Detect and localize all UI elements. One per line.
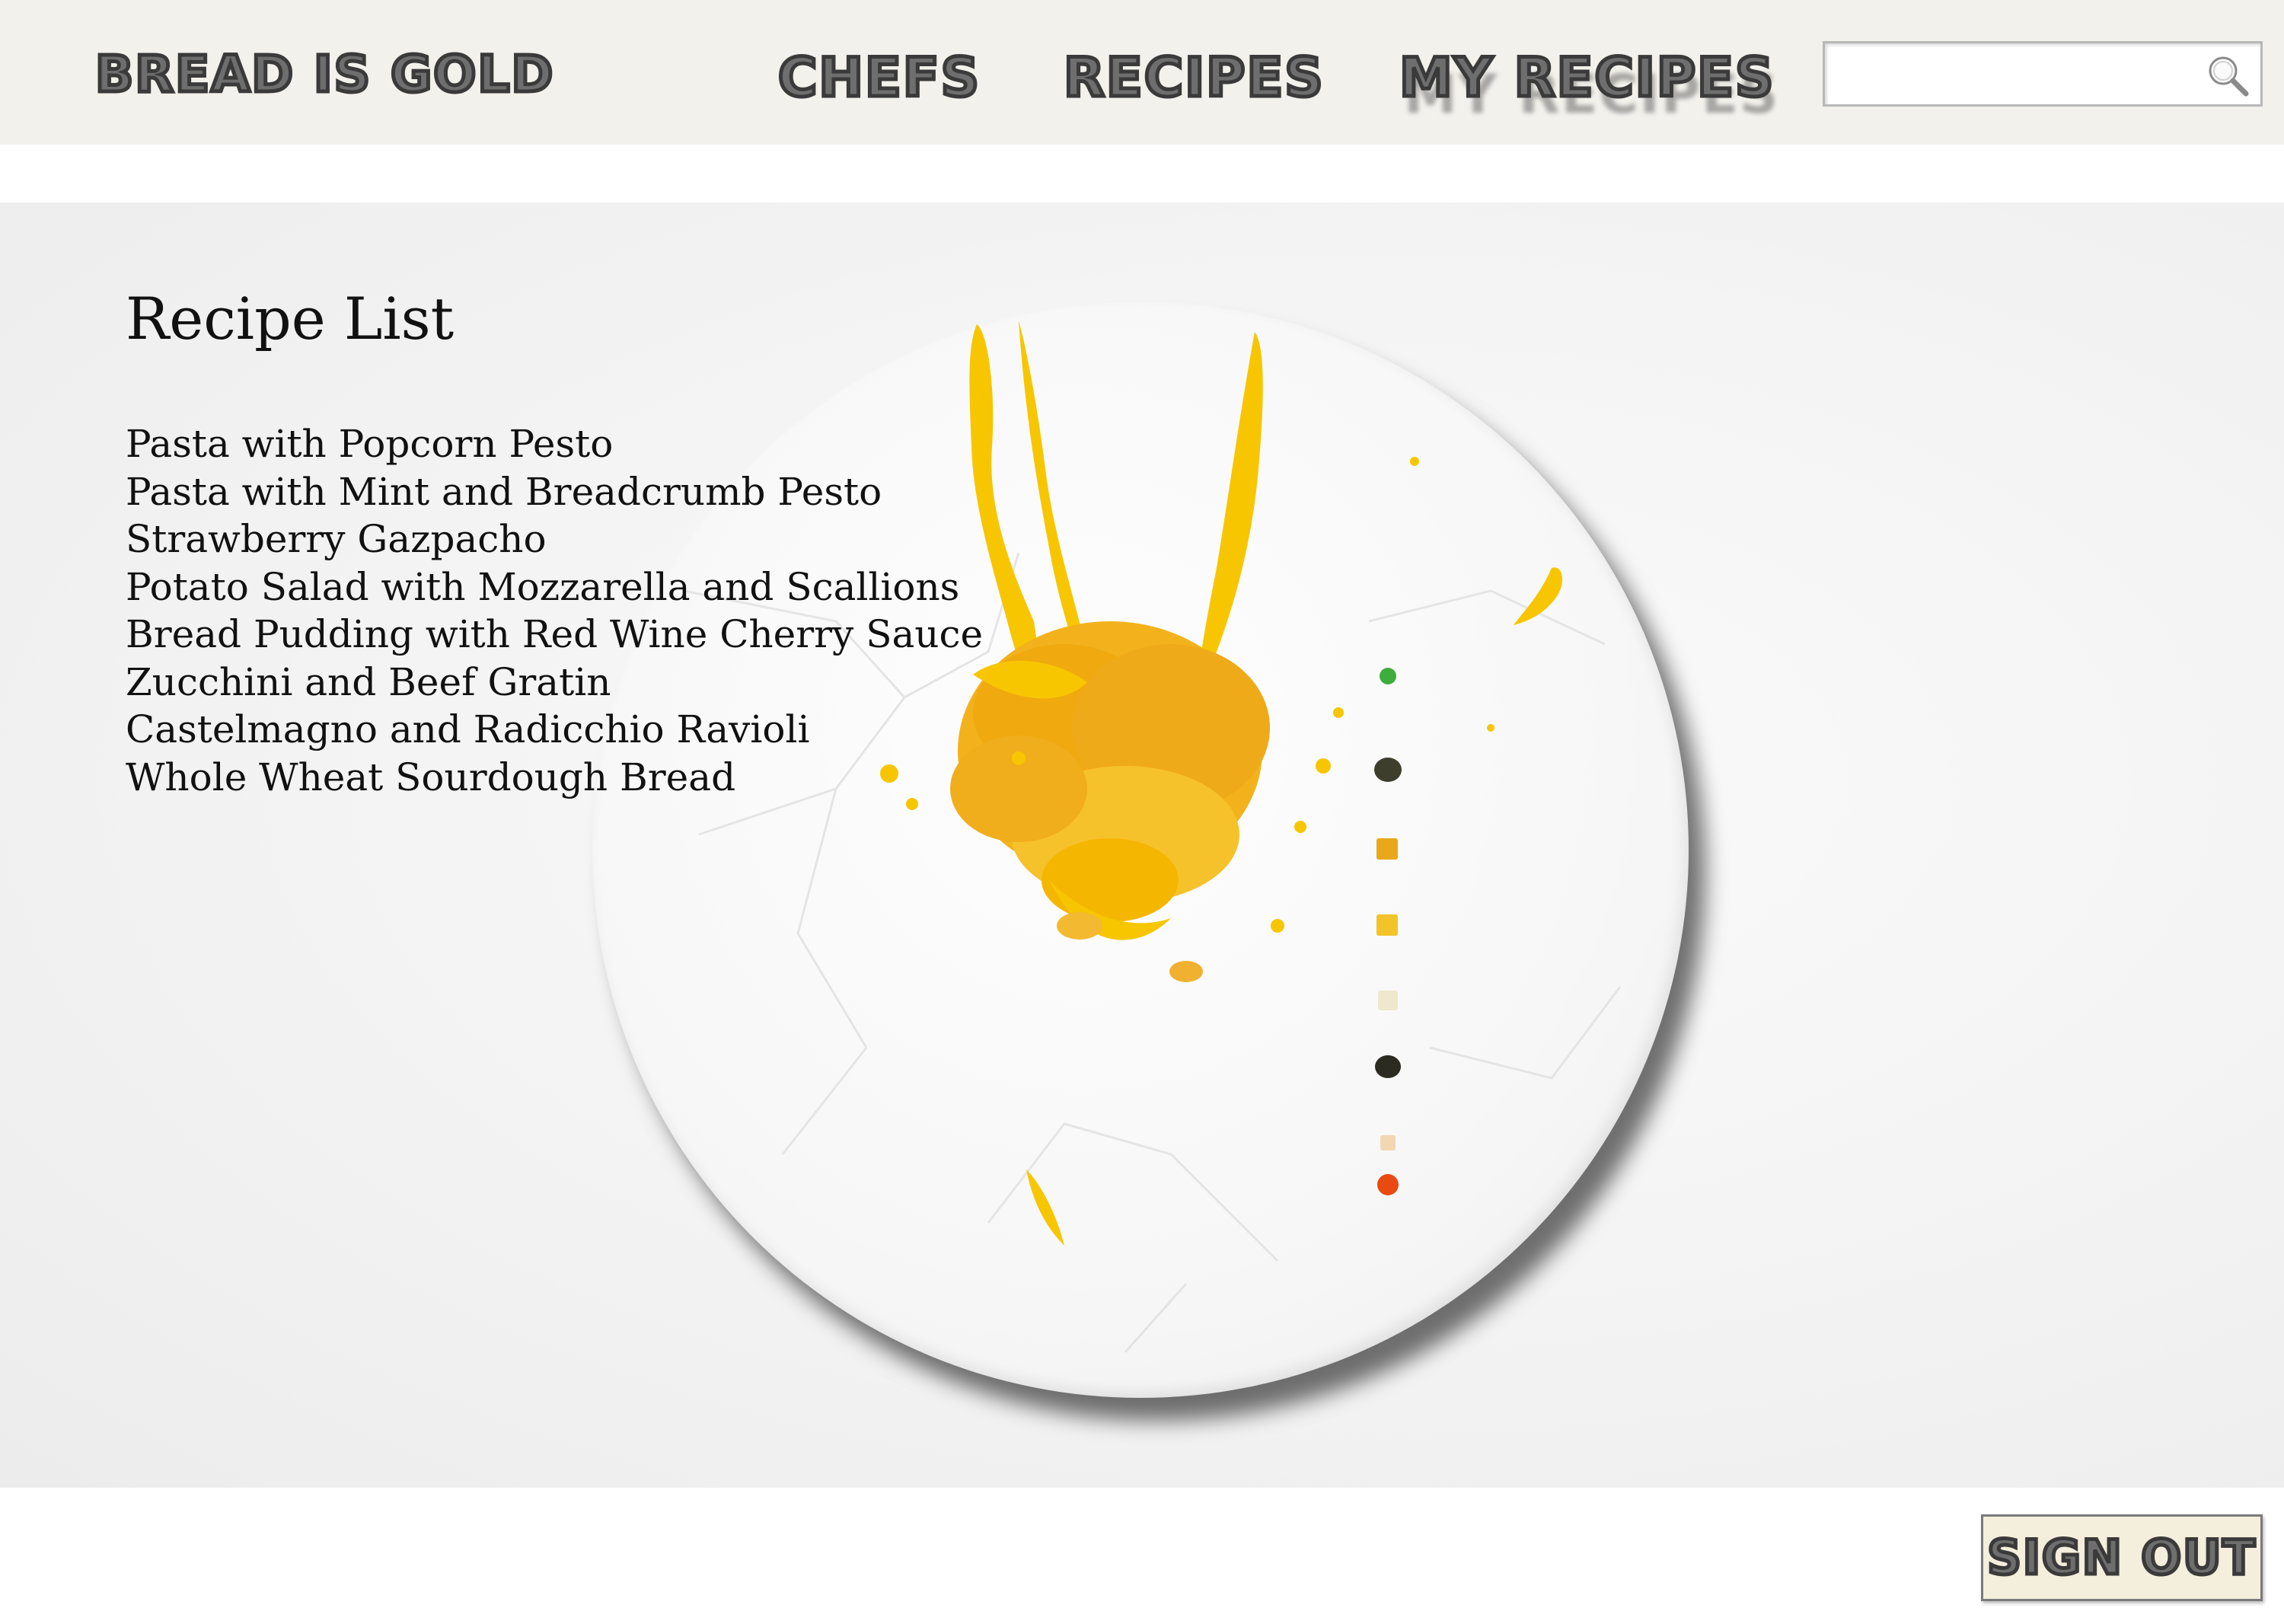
nav-my-recipes[interactable]: MY RECIPES MY RECIPES — [1397, 46, 1778, 126]
brand-logo[interactable]: BREAD IS GOLD — [93, 43, 554, 106]
recipe-list: Pasta with Popcorn Pesto Pasta with Mint… — [126, 420, 983, 801]
page-title: Recipe List — [126, 285, 455, 353]
search-input[interactable] — [1833, 49, 2193, 100]
nav-chefs[interactable]: CHEFS — [776, 46, 981, 110]
sign-out-button[interactable]: SIGN OUT — [1981, 1514, 2263, 1601]
sign-out-label: SIGN OUT — [1986, 1529, 2257, 1586]
hero-section: Recipe List Pasta with Popcorn Pesto Pas… — [0, 203, 2284, 1488]
nav-my-recipes-label: MY RECIPES — [1397, 46, 1775, 110]
top-header: BREAD IS GOLD CHEFS RECIPES MY RECIPES M… — [0, 0, 2284, 145]
recipe-list-item[interactable]: Pasta with Popcorn Pesto — [126, 420, 983, 468]
recipe-list-item[interactable]: Pasta with Mint and Breadcrumb Pesto — [126, 468, 983, 516]
recipe-list-item[interactable]: Whole Wheat Sourdough Bread — [126, 754, 983, 802]
search-icon[interactable] — [2206, 53, 2250, 97]
recipe-list-item[interactable]: Bread Pudding with Red Wine Cherry Sauce — [126, 611, 983, 659]
nav-recipes[interactable]: RECIPES — [1062, 46, 1325, 110]
recipe-list-item[interactable]: Strawberry Gazpacho — [126, 515, 983, 563]
recipe-list-item[interactable]: Potato Salad with Mozzarella and Scallio… — [126, 563, 983, 611]
recipe-list-item[interactable]: Castelmagno and Radicchio Ravioli — [126, 706, 983, 754]
search-box — [1823, 41, 2263, 107]
recipe-list-item[interactable]: Zucchini and Beef Gratin — [126, 659, 983, 707]
